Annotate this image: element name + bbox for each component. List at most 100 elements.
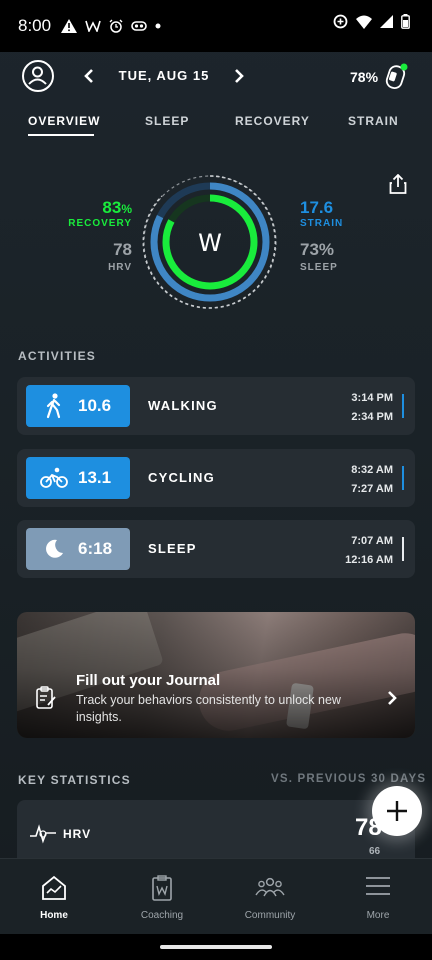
- key-statistics-title: KEY STATISTICS: [18, 773, 131, 787]
- home-icon: [38, 875, 70, 903]
- stat-row-hrv[interactable]: HRV 78 66: [17, 800, 415, 860]
- menu-icon: [362, 875, 394, 903]
- activity-end-time: 7:07 AM: [351, 535, 393, 547]
- tab-strain[interactable]: STRAIN: [348, 114, 399, 128]
- home-gesture-handle[interactable]: [160, 945, 272, 949]
- alarm-icon: [109, 19, 123, 33]
- hrv-label: HRV: [108, 262, 132, 273]
- top-header: TUE, AUG 15 78%: [0, 52, 432, 104]
- status-bar: 8:00: [0, 0, 432, 52]
- nav-coaching[interactable]: Coaching: [108, 859, 216, 935]
- gesture-area: [0, 934, 432, 960]
- nav-label: Coaching: [140, 910, 184, 921]
- chevron-right-icon: [387, 690, 397, 711]
- activity-card-walking[interactable]: 10.6 WALKING 3:14 PM 2:34 PM: [17, 377, 415, 435]
- profile-avatar-button[interactable]: [22, 60, 54, 92]
- wifi-icon: [356, 15, 372, 29]
- data-saver-icon: [333, 14, 348, 29]
- whoop-logo: W: [198, 229, 222, 257]
- bottom-navigation: Home Coaching Community More: [0, 858, 432, 934]
- current-date[interactable]: TUE, AUG 15: [119, 68, 210, 83]
- nav-label: Community: [244, 910, 296, 921]
- active-tab-indicator: [28, 134, 94, 136]
- activity-duration-bar: [402, 537, 404, 561]
- activity-badge: 13.1: [26, 457, 130, 499]
- activity-start-time: 12:16 AM: [345, 554, 393, 566]
- activity-name: SLEEP: [148, 541, 197, 556]
- whoop-w-icon: [85, 20, 101, 32]
- tab-recovery[interactable]: RECOVERY: [235, 114, 310, 128]
- share-icon: [389, 173, 407, 194]
- coaching-icon: [146, 875, 178, 903]
- plus-icon: [387, 801, 407, 821]
- sleep-value: 73%: [300, 240, 335, 259]
- chevron-right-icon[interactable]: [234, 68, 244, 83]
- activity-badge: 6:18: [26, 528, 130, 570]
- date-navigator: TUE, AUG 15: [84, 68, 244, 83]
- nav-home[interactable]: Home: [0, 859, 108, 935]
- recovery-label: RECOVERY: [68, 218, 132, 229]
- tab-bar: OVERVIEW SLEEP RECOVERY STRAIN: [0, 104, 432, 140]
- hrv-value: 78: [113, 240, 132, 259]
- stat-previous-value: 66: [369, 846, 381, 857]
- band-status-button[interactable]: [385, 62, 409, 95]
- dot-icon: [155, 23, 161, 29]
- activity-strain-value: 10.6: [78, 396, 112, 415]
- activity-start-time: 2:34 PM: [351, 411, 393, 423]
- activity-duration-bar: [402, 466, 404, 490]
- activity-start-time: 7:27 AM: [351, 483, 393, 495]
- walking-icon: [36, 393, 72, 419]
- status-icons-left: [61, 19, 161, 33]
- activity-name: WALKING: [148, 398, 218, 413]
- recovery-value: 83%: [70, 198, 132, 218]
- activity-badge: 10.6: [26, 385, 130, 427]
- journal-title: Fill out your Journal: [76, 672, 221, 689]
- activity-duration-bar: [402, 394, 404, 418]
- community-icon: [254, 875, 286, 903]
- activity-times: 3:14 PM 2:34 PM: [351, 389, 393, 427]
- recovery-number: 83: [102, 198, 122, 217]
- activity-end-time: 8:32 AM: [351, 464, 393, 476]
- battery-icon: [401, 14, 410, 29]
- band-battery-percent: 78%: [350, 69, 379, 85]
- journal-card[interactable]: Fill out your Journal Track your behavio…: [17, 612, 415, 738]
- tab-overview[interactable]: OVERVIEW: [28, 114, 100, 128]
- stat-label: HRV: [63, 827, 92, 841]
- chevron-left-icon[interactable]: [84, 68, 94, 83]
- overview-summary: 83% RECOVERY 78 HRV 17.6 STRAIN 73% SLEE…: [0, 150, 432, 330]
- activity-name: CYCLING: [148, 470, 215, 485]
- link-icon: [131, 21, 147, 31]
- tab-sleep[interactable]: SLEEP: [145, 114, 189, 128]
- activity-card-cycling[interactable]: 13.1 CYCLING 8:32 AM 7:27 AM: [17, 449, 415, 507]
- nav-label: Home: [40, 910, 68, 921]
- comparison-period-label[interactable]: VS. PREVIOUS 30 DAYS: [271, 773, 426, 785]
- add-button[interactable]: [372, 786, 422, 836]
- activity-times: 8:32 AM 7:27 AM: [351, 461, 393, 499]
- activities-title: ACTIVITIES: [18, 349, 97, 363]
- status-icons-right: [333, 14, 410, 29]
- nav-label: More: [366, 910, 390, 921]
- activity-strain-value: 13.1: [78, 468, 112, 487]
- signal-icon: [380, 15, 393, 28]
- nav-community[interactable]: Community: [216, 859, 324, 935]
- overview-rings[interactable]: W: [140, 172, 280, 312]
- journal-subtitle: Track your behaviors consistently to unl…: [76, 693, 341, 724]
- sleep-label: SLEEP: [300, 262, 338, 273]
- recovery-unit: %: [121, 202, 132, 216]
- strain-label: STRAIN: [300, 218, 344, 229]
- user-icon: [28, 66, 47, 85]
- nav-more[interactable]: More: [324, 859, 432, 935]
- share-button[interactable]: [389, 173, 407, 199]
- activity-end-time: 3:14 PM: [351, 392, 393, 404]
- app-screen: 8:00 TUE, AUG 15 78% OVERVIEW SLEEP RECO…: [0, 0, 432, 960]
- moon-icon: [36, 538, 72, 560]
- whoop-band-icon: [385, 63, 408, 90]
- activity-card-sleep[interactable]: 6:18 SLEEP 7:07 AM 12:16 AM: [17, 520, 415, 578]
- activity-duration-value: 6:18: [78, 539, 113, 558]
- hrv-icon: [30, 824, 56, 844]
- activity-times: 7:07 AM 12:16 AM: [345, 532, 393, 570]
- strain-value: 17.6: [300, 198, 334, 217]
- journal-icon: [35, 686, 57, 715]
- warning-icon: [61, 19, 78, 33]
- cycling-icon: [36, 467, 72, 489]
